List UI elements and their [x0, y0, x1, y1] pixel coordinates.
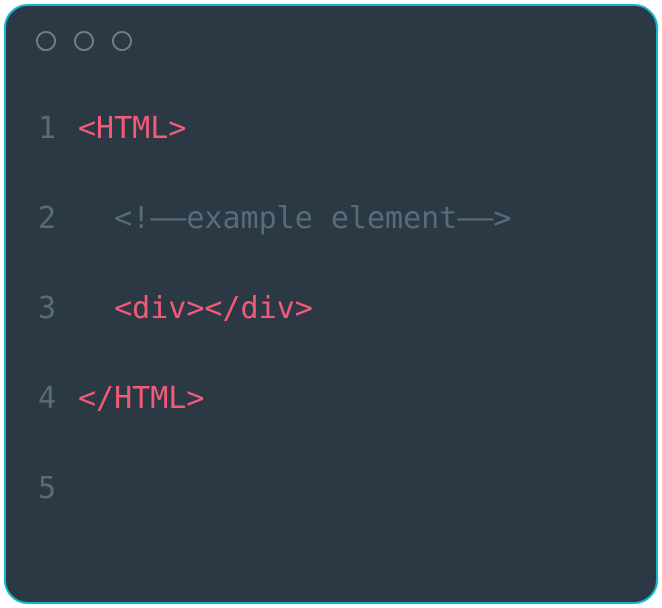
- code-line: 5: [26, 444, 636, 534]
- code-editor[interactable]: 1 <HTML> 2 <!——example element——> 3 <div…: [6, 76, 656, 602]
- code-line: 4 </HTML>: [26, 354, 636, 444]
- line-number: 5: [26, 474, 78, 504]
- window-dot-2[interactable]: [74, 31, 94, 51]
- code-line: 2 <!——example element——>: [26, 174, 636, 264]
- code-line: 3 <div></div>: [26, 264, 636, 354]
- window-dot-3[interactable]: [112, 31, 132, 51]
- code-content: </HTML>: [78, 384, 204, 414]
- window-dot-1[interactable]: [36, 31, 56, 51]
- titlebar: [6, 6, 656, 76]
- code-content: <!——example element——>: [78, 204, 511, 234]
- code-content: <div></div>: [78, 294, 313, 324]
- code-content: <HTML>: [78, 114, 186, 144]
- line-number: 4: [26, 384, 78, 414]
- line-number: 1: [26, 114, 78, 144]
- line-number: 3: [26, 294, 78, 324]
- code-line: 1 <HTML>: [26, 84, 636, 174]
- code-window: 1 <HTML> 2 <!——example element——> 3 <div…: [4, 4, 658, 604]
- line-number: 2: [26, 204, 78, 234]
